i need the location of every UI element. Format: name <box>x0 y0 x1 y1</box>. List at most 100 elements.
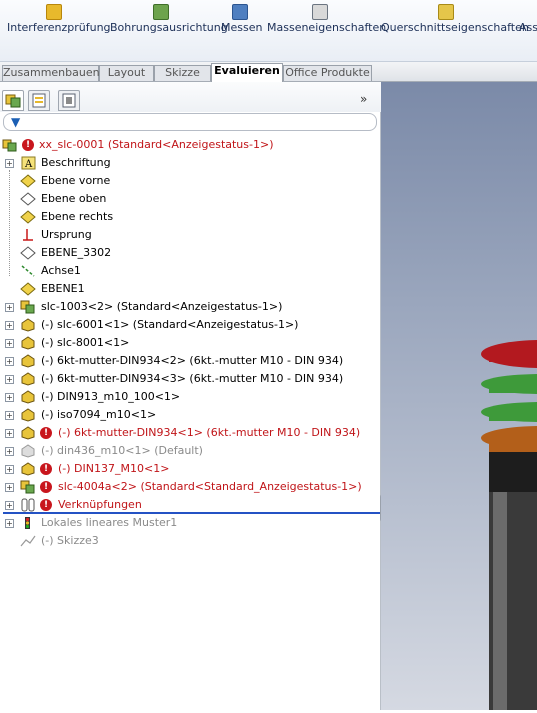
error-icon: ! <box>40 499 52 511</box>
tree-row-label: (-) 6kt-mutter-DIN934<2> (6kt.-mutter M1… <box>41 354 344 367</box>
plane-icon <box>20 282 36 296</box>
rollback-bar[interactable] <box>3 512 380 514</box>
tree-row-achse1[interactable]: Achse1 <box>0 262 381 280</box>
error-icon: ! <box>40 427 52 439</box>
interference-check-label: Interferenzprüfung <box>7 21 111 34</box>
command-tabs: Zusammenbauen Layout Skizze Evaluieren O… <box>0 62 537 82</box>
svg-text:A: A <box>24 159 33 170</box>
property-manager-tab[interactable] <box>28 90 50 111</box>
expand-toggle[interactable]: + <box>5 465 14 474</box>
tree-row-label: (-) iso7094_m10<1> <box>41 408 157 421</box>
measure-icon <box>231 4 248 20</box>
expand-toggle[interactable]: + <box>5 375 14 384</box>
feature-manager-panel: » ▼ ! xx_slc-0001 (Standard<Anzeigestatu… <box>0 82 388 710</box>
feature-tree-icon <box>5 94 21 108</box>
mass-properties-button[interactable]: Masseneigenschaften <box>267 4 386 44</box>
tree-root-row[interactable]: ! xx_slc-0001 (Standard<Anzeigestatus-1>… <box>0 136 381 154</box>
tree-filter-field[interactable]: ▼ <box>3 113 377 131</box>
plane-icon <box>20 246 36 260</box>
section-properties-label: Querschnittseigenschaften <box>381 21 529 34</box>
feature-tree-tab[interactable] <box>2 90 24 111</box>
tree-row-part[interactable]: + (-) slc-8001<1> <box>0 334 381 352</box>
tab-evaluieren[interactable]: Evaluieren <box>211 63 283 82</box>
tree-row-part[interactable]: + (-) iso7094_m10<1> <box>0 406 381 424</box>
tree-row-label: (-) DIN913_m10_100<1> <box>41 390 181 403</box>
tree-row-label: EBENE1 <box>41 282 85 295</box>
tree-root-label: xx_slc-0001 (Standard<Anzeigestatus-1>) <box>39 138 274 151</box>
part-icon <box>21 318 35 332</box>
command-manager-ribbon: Interferenzprüfung Bohrungsausrichtung M… <box>0 0 537 62</box>
error-icon: ! <box>40 463 52 475</box>
tree-row-pattern[interactable]: + Lokales lineares Muster1 <box>0 514 381 532</box>
section-properties-button[interactable]: Querschnittseigenschaften <box>381 4 529 44</box>
plane-icon <box>20 210 36 224</box>
tab-zusammenbauen[interactable]: Zusammenbauen <box>2 65 100 81</box>
tab-office-produkte[interactable]: Office Produkte <box>283 65 372 81</box>
measure-button[interactable]: Messen <box>221 4 262 44</box>
filter-icon: ▼ <box>11 115 21 129</box>
assembly-button[interactable]: Ass <box>519 4 537 44</box>
interference-check-icon <box>46 4 62 20</box>
tree-row-part[interactable]: + (-) DIN913_m10_100<1> <box>0 388 381 406</box>
property-manager-icon <box>32 93 46 108</box>
expand-panel-icon[interactable]: » <box>360 92 367 106</box>
tree-row-component-error[interactable]: + ! slc-4004a<2> (Standard<Standard_Anze… <box>0 478 381 496</box>
expand-toggle[interactable]: + <box>5 303 14 312</box>
sketch-icon <box>20 535 36 547</box>
tree-row-ursprung[interactable]: Ursprung <box>0 226 381 244</box>
tab-layout[interactable]: Layout <box>99 65 154 81</box>
expand-toggle[interactable]: + <box>5 393 14 402</box>
tree-row-label: Achse1 <box>41 264 81 277</box>
interference-check-button[interactable]: Interferenzprüfung <box>7 4 111 44</box>
axis-icon <box>21 265 35 277</box>
hole-alignment-button[interactable]: Bohrungsausrichtung <box>110 4 228 44</box>
assembly-label: Ass <box>519 21 537 34</box>
expand-toggle[interactable]: + <box>5 447 14 456</box>
tree-row-label: (-) slc-8001<1> <box>41 336 130 349</box>
tree-row-label: slc-1003<2> (Standard<Anzeigestatus-1>) <box>41 300 283 313</box>
tree-row-part[interactable]: + (-) 6kt-mutter-DIN934<2> (6kt.-mutter … <box>0 352 381 370</box>
tree-row-label: slc-4004a<2> (Standard<Standard_Anzeiges… <box>58 480 362 493</box>
tree-row-component[interactable]: + slc-1003<2> (Standard<Anzeigestatus-1>… <box>0 298 381 316</box>
tree-row-part-suppressed[interactable]: + (-) din436_m10<1> (Default) <box>0 442 381 460</box>
hole-alignment-icon <box>153 4 169 20</box>
expand-toggle[interactable]: + <box>5 339 14 348</box>
expand-toggle[interactable]: + <box>5 357 14 366</box>
tree-row-part[interactable]: + (-) slc-6001<1> (Standard<Anzeigestatu… <box>0 316 381 334</box>
tree-row-part-error[interactable]: + ! (-) 6kt-mutter-DIN934<1> (6kt.-mutte… <box>0 424 381 442</box>
annotation-icon: A <box>21 156 36 170</box>
tab-skizze[interactable]: Skizze <box>154 65 211 81</box>
tree-row-part[interactable]: + (-) 6kt-mutter-DIN934<3> (6kt.-mutter … <box>0 370 381 388</box>
tree-row-part-error[interactable]: + ! (-) DIN137_M10<1> <box>0 460 381 478</box>
tree-row-beschriftung[interactable]: + A Beschriftung <box>0 154 381 172</box>
tree-row-ebene1[interactable]: EBENE1 <box>0 280 381 298</box>
expand-toggle[interactable]: + <box>5 429 14 438</box>
tree-row-sketch[interactable]: (-) Skizze3 <box>0 532 381 550</box>
component-icon <box>20 300 35 314</box>
tree-row-ebene-rechts[interactable]: Ebene rechts <box>0 208 381 226</box>
section-properties-icon <box>438 4 454 20</box>
tree-row-label: (-) slc-6001<1> (Standard<Anzeigestatus-… <box>41 318 299 331</box>
tree-row-label: Ebene rechts <box>41 210 114 223</box>
graphics-viewport[interactable] <box>381 82 537 710</box>
expand-toggle[interactable]: + <box>5 159 14 168</box>
expand-toggle[interactable]: + <box>5 519 14 528</box>
mass-properties-icon <box>312 4 328 20</box>
tree-row-ebene-oben[interactable]: Ebene oben <box>0 190 381 208</box>
configuration-manager-tab[interactable] <box>58 90 80 111</box>
expand-toggle[interactable]: + <box>5 321 14 330</box>
tree-row-label: EBENE_3302 <box>41 246 112 259</box>
expand-toggle[interactable]: + <box>5 411 14 420</box>
tree-row-ebene-vorne[interactable]: Ebene vorne <box>0 172 381 190</box>
tree-row-label: (-) DIN137_M10<1> <box>58 462 170 475</box>
component-icon <box>20 480 35 494</box>
part-icon <box>21 462 35 476</box>
expand-toggle[interactable]: + <box>5 483 14 492</box>
tree-row-ebene-3302[interactable]: EBENE_3302 <box>0 244 381 262</box>
tree-row-label: (-) din436_m10<1> (Default) <box>41 444 203 457</box>
assembly-icon <box>2 139 17 152</box>
expand-toggle[interactable]: + <box>5 501 14 510</box>
tree-row-label: Ebene vorne <box>41 174 111 187</box>
tree-row-label: Ebene oben <box>41 192 107 205</box>
configuration-manager-icon <box>62 93 76 108</box>
